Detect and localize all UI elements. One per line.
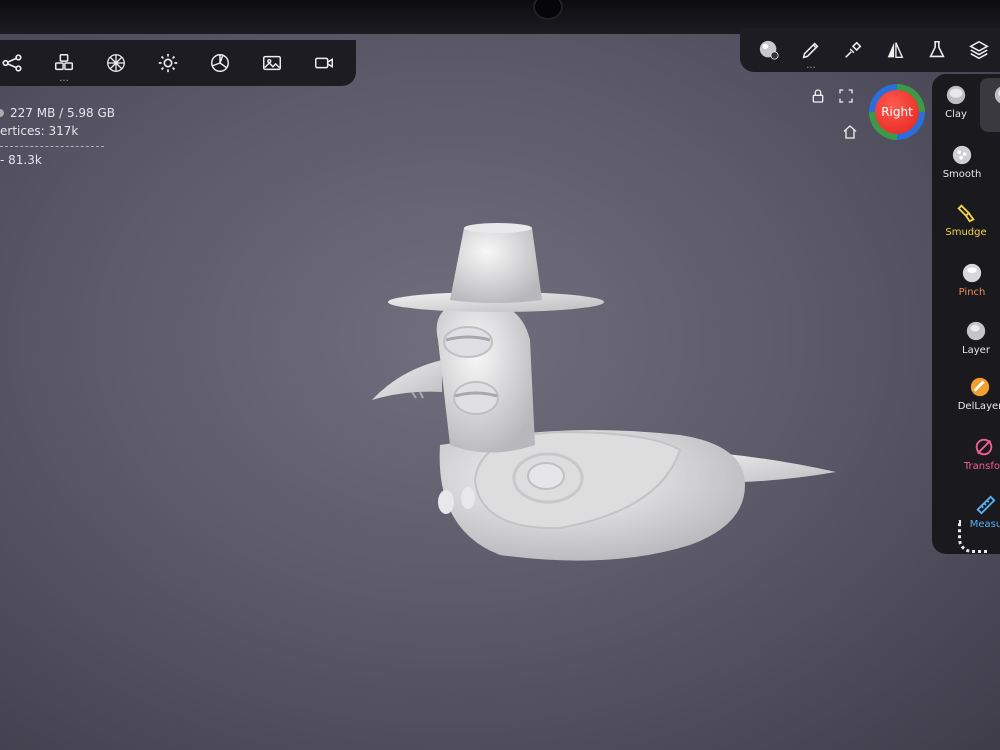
brush-dellayer[interactable]: DelLayer <box>950 376 1000 412</box>
paint-icon[interactable]: ... <box>790 27 832 73</box>
view-controls <box>808 88 858 148</box>
scene-stats: 227 MB / 5.98 GB ertices: 317k - 81.3k <box>0 104 115 169</box>
layer-icon <box>965 320 987 342</box>
brush-transform[interactable]: Transfor <box>954 436 1000 472</box>
brush-panel: Clay B Smooth Smudge Pinch Layer DelLaye… <box>932 74 1000 554</box>
vertex-count: ertices: 317k <box>0 124 79 138</box>
top-left-toolbar: ... <box>0 40 356 86</box>
memory-usage: 227 MB / 5.98 GB <box>0 104 115 122</box>
gizmo-face-label: Right <box>875 90 919 134</box>
brush-pinch[interactable]: Pinch <box>942 262 1000 298</box>
flask-icon[interactable] <box>916 27 958 73</box>
dellayer-icon <box>969 376 991 398</box>
orientation-gizmo[interactable]: Right <box>869 84 925 140</box>
smooth-icon <box>951 144 973 166</box>
fullscreen-icon[interactable] <box>838 88 854 108</box>
transform-icon <box>973 436 995 458</box>
symmetry-icon[interactable] <box>874 27 916 73</box>
sculpt-model[interactable] <box>360 210 850 580</box>
multires-icon[interactable] <box>90 40 142 86</box>
brush-smooth[interactable]: Smooth <box>932 144 992 180</box>
home-icon[interactable] <box>842 124 858 144</box>
brush-b[interactable]: B <box>974 84 1000 120</box>
front-camera <box>533 0 563 20</box>
clay-icon <box>945 84 967 106</box>
lock-icon[interactable] <box>810 88 826 108</box>
panel-scroll-indicator[interactable] <box>958 520 987 553</box>
stats-divider <box>0 146 104 147</box>
memory-icon <box>0 109 4 117</box>
layers-icon[interactable] <box>958 27 1000 73</box>
brush-settings-icon[interactable] <box>748 27 790 73</box>
pinch-icon <box>961 262 983 284</box>
ruler-icon <box>975 494 997 516</box>
video-icon[interactable] <box>298 40 350 86</box>
scene-graph-icon[interactable] <box>0 40 38 86</box>
brush-layer[interactable]: Layer <box>946 320 1000 356</box>
pick-icon[interactable] <box>832 27 874 73</box>
material-icon[interactable] <box>194 40 246 86</box>
selection-count: - 81.3k <box>0 153 42 167</box>
brush-smudge[interactable]: Smudge <box>936 202 996 238</box>
image-icon[interactable] <box>246 40 298 86</box>
light-icon[interactable] <box>142 40 194 86</box>
top-right-toolbar: ... <box>740 28 1000 72</box>
smudge-icon <box>955 202 977 224</box>
topology-icon[interactable]: ... <box>38 40 90 86</box>
b-brush-icon <box>993 84 1000 106</box>
